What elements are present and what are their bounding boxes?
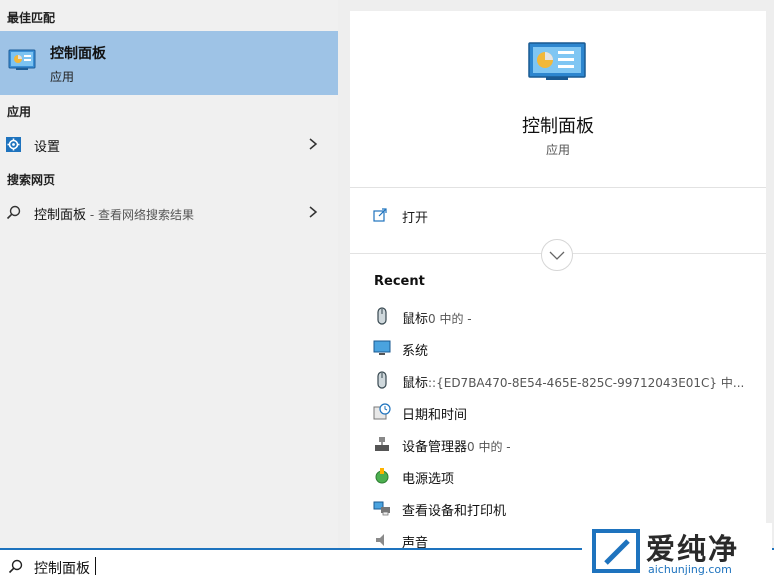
speaker-icon	[376, 534, 384, 546]
recent-item[interactable]: 鼠标0 中的 -	[350, 303, 766, 331]
chevron-right-icon[interactable]	[308, 205, 318, 219]
recent-title: Recent	[374, 274, 425, 289]
recent-item-label: 电源选项	[402, 468, 454, 487]
divider	[350, 187, 766, 188]
apps-header: 应用	[7, 105, 32, 119]
open-icon	[373, 208, 387, 222]
results-panel: 最佳匹配 控制面板 应用 应用 设置 搜索网页 控制面板 - 查看网络搜索结果	[0, 0, 338, 548]
recent-item-label: 设备管理器0 中的 -	[402, 436, 511, 455]
web-header: 搜索网页	[7, 173, 56, 187]
text-caret	[95, 557, 96, 575]
printer-icon	[373, 501, 390, 516]
brand-logo-icon	[592, 529, 640, 573]
result-web-search-label: 控制面板 - 查看网络搜索结果	[34, 204, 194, 223]
recent-item-name: 日期和时间	[402, 408, 468, 423]
clock-icon	[373, 403, 391, 420]
mouse-icon	[377, 371, 387, 389]
device-manager-icon	[375, 437, 389, 451]
recent-item-name: 系统	[402, 344, 429, 359]
web-search-term: 控制面板	[34, 208, 87, 223]
recent-item[interactable]: 鼠标::{ED7BA470-8E54-465E-825C-99712043E01…	[350, 367, 766, 395]
recent-item-label: 鼠标::{ED7BA470-8E54-465E-825C-99712043E01…	[402, 372, 744, 391]
web-search-suffix: - 查看网络搜索结果	[86, 208, 194, 222]
preview-title: 控制面板	[522, 116, 594, 137]
result-web-search[interactable]: 控制面板 - 查看网络搜索结果	[0, 197, 338, 229]
monitor-icon	[373, 340, 391, 355]
chevron-right-icon[interactable]	[308, 137, 318, 151]
watermark-url: aichunjing.com	[648, 563, 732, 576]
search-input[interactable]: 控制面板	[34, 558, 90, 578]
preview-subtitle: 应用	[545, 143, 570, 157]
recent-item-name: 鼠标	[402, 312, 429, 327]
recent-item-suffix: 0 中的 -	[467, 440, 511, 454]
recent-item[interactable]: 系统	[350, 335, 766, 363]
result-settings-label: 设置	[34, 140, 61, 155]
mouse-icon	[377, 307, 387, 325]
recent-item-name: 电源选项	[402, 472, 455, 487]
expand-button[interactable]	[541, 239, 573, 271]
recent-item-suffix: 0 中的 -	[428, 312, 472, 326]
watermark-text: 爱纯净	[646, 532, 740, 566]
recent-item-suffix: ::{ED7BA470-8E54-465E-825C-99712043E01C}…	[428, 376, 745, 390]
recent-item-label: 系统	[402, 340, 428, 359]
recent-item[interactable]: 设备管理器0 中的 -	[350, 431, 766, 459]
open-label: 打开	[402, 211, 429, 226]
control-panel-icon	[528, 42, 586, 80]
power-icon	[375, 468, 389, 484]
recent-item-name: 鼠标	[402, 376, 429, 391]
recent-item-label: 鼠标0 中的 -	[402, 308, 472, 327]
best-match-header: 最佳匹配	[7, 11, 56, 25]
open-action[interactable]: 打开	[350, 199, 766, 235]
result-settings[interactable]: 设置	[0, 129, 338, 161]
recent-item-label: 日期和时间	[402, 404, 467, 423]
search-icon	[6, 205, 21, 220]
best-match-item[interactable]: 控制面板 应用	[0, 31, 338, 95]
search-icon	[8, 559, 23, 574]
chevron-down-icon	[549, 251, 565, 260]
best-match-title: 控制面板	[50, 46, 106, 62]
recent-item[interactable]: 日期和时间	[350, 399, 766, 427]
watermark: 爱纯净 aichunjing.com	[582, 523, 772, 581]
recent-item-label: 查看设备和打印机	[402, 500, 506, 519]
recent-item-name: 查看设备和打印机	[402, 504, 507, 519]
gear-icon	[6, 137, 21, 152]
recent-item-name: 设备管理器	[402, 440, 468, 455]
preview-panel: 控制面板 应用 打开 Recent 鼠标0 中的 - 系统 鼠标::{ED7BA…	[350, 11, 766, 551]
recent-item[interactable]: 电源选项	[350, 463, 766, 491]
recent-item[interactable]: 查看设备和打印机	[350, 495, 766, 523]
control-panel-icon	[8, 49, 36, 70]
best-match-subtitle: 应用	[50, 70, 75, 84]
